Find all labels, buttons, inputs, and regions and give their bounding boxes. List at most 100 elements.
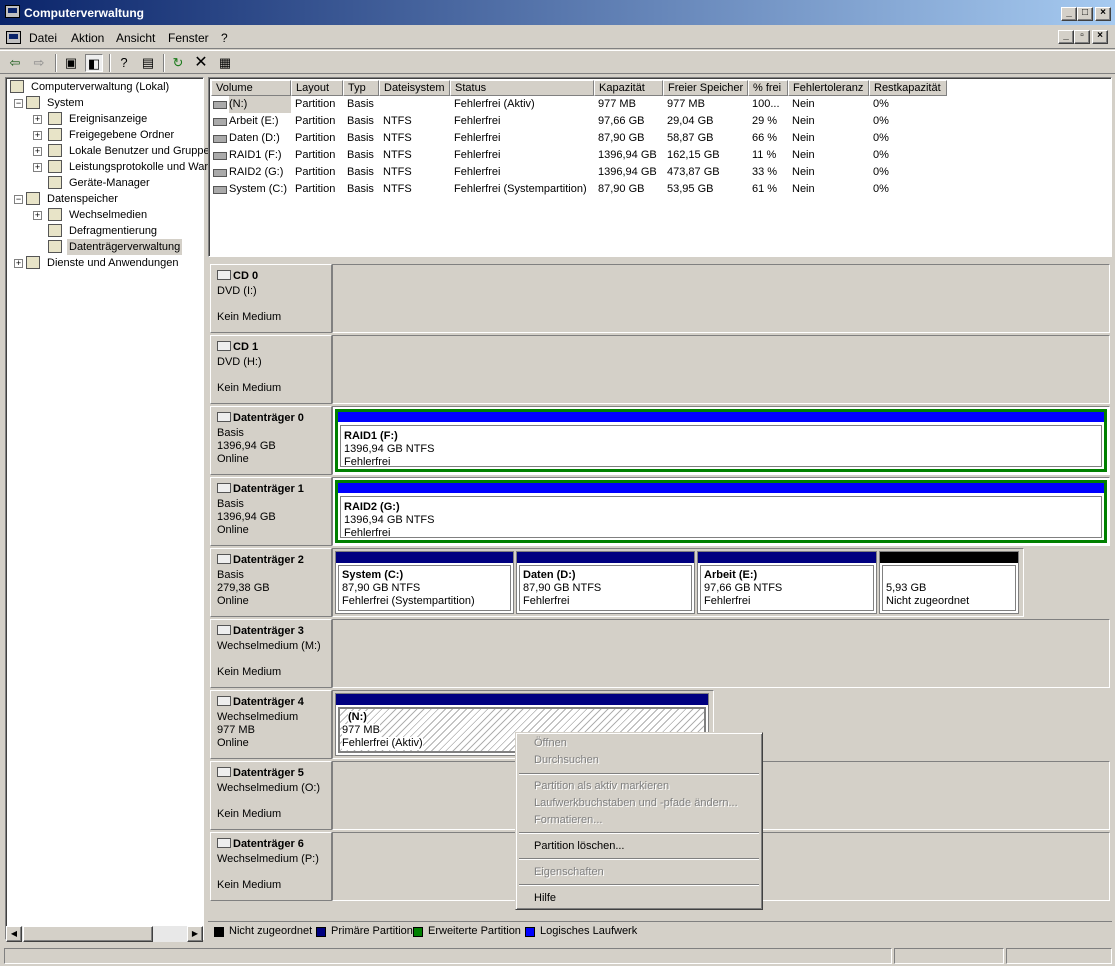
tree-item-5[interactable]: + Leistungsprotokolle und War: [6, 159, 208, 175]
column-header-0[interactable]: Volume: [211, 80, 291, 96]
disk-status: Kein Medium: [217, 666, 282, 678]
disk-name: Datenträger 0: [233, 412, 304, 424]
context-menu-item-1[interactable]: Durchsuchen: [534, 754, 599, 766]
document-icon[interactable]: [6, 31, 21, 44]
disk-label[interactable]: Datenträger 5 Wechselmedium (O:) Kein Medi…: [210, 761, 332, 830]
menu-datei[interactable]: Datei: [29, 31, 57, 45]
menu-fenster[interactable]: Fenster: [168, 31, 209, 45]
child-close-button[interactable]: ×: [1092, 30, 1108, 44]
partition[interactable]: RAID2 (G:) 1396,94 GB NTFS Fehlerfrei: [335, 480, 1107, 543]
context-menu-item-5[interactable]: Partition löschen...: [534, 840, 625, 852]
shared-folder-icon: [48, 128, 62, 141]
disk-label[interactable]: Datenträger 3 Wechselmedium (M:) Kein Medi…: [210, 619, 332, 688]
show-hide-tree-icon[interactable]: ◧: [85, 54, 103, 72]
column-header-2[interactable]: Typ: [343, 80, 379, 96]
column-header-5[interactable]: Kapazität: [594, 80, 663, 96]
tree-item-4[interactable]: + Lokale Benutzer und Gruppe: [6, 143, 210, 159]
child-minimize-button[interactable]: _: [1058, 30, 1074, 44]
partition[interactable]: Arbeit (E:) 97,66 GB NTFS Fehlerfrei: [697, 551, 877, 614]
tree-item-1[interactable]: − System: [6, 95, 202, 111]
forward-arrow-icon[interactable]: ⇨: [30, 54, 48, 72]
tree-item-7[interactable]: − Datenspeicher: [6, 191, 202, 207]
unallocated-space[interactable]: 5,93 GB Nicht zugeordnet: [879, 551, 1019, 614]
column-header-7[interactable]: % frei: [748, 80, 788, 96]
disk-label[interactable]: Datenträger 2 Basis 279,38 GB Online: [210, 548, 332, 617]
table-cell: Partition: [295, 149, 336, 161]
column-header-9[interactable]: Restkapazität: [869, 80, 947, 96]
delete-icon[interactable]: ✕: [192, 54, 210, 72]
table-row[interactable]: System (C:) Partition Basis NTFS Fehlerfrei …: [209, 181, 1109, 198]
tree-item-10[interactable]: Datenträgerverwaltung: [6, 239, 202, 255]
column-header-8[interactable]: Fehlertoleranz: [788, 80, 869, 96]
expand-toggle-icon[interactable]: −: [14, 99, 23, 108]
partition-name: (N:): [348, 711, 367, 723]
table-row[interactable]: Arbeit (E:) Partition Basis NTFS Fehlerfrei 9…: [209, 113, 1109, 130]
tree-horizontal-scrollbar[interactable]: ◀ ▶: [6, 926, 203, 942]
close-button[interactable]: ×: [1095, 7, 1111, 21]
column-header-4[interactable]: Status: [450, 80, 594, 96]
legend: Nicht zugeordnet Primäre Partition Erweite…: [208, 921, 1112, 941]
table-row[interactable]: RAID2 (G:) Partition Basis NTFS Fehlerfrei 13…: [209, 164, 1109, 181]
tree-item-6[interactable]: Geräte-Manager: [6, 175, 202, 191]
disk-region[interactable]: RAID1 (F:) 1396,94 GB NTFS Fehlerfrei: [332, 406, 1110, 475]
maximize-button[interactable]: □: [1077, 7, 1093, 21]
expand-toggle-icon[interactable]: −: [14, 195, 23, 204]
tree-item-label: Defragmentierung: [69, 225, 158, 237]
menu-help[interactable]: ?: [221, 31, 228, 45]
tree-item-2[interactable]: + Ereignisanzeige: [6, 111, 202, 127]
scroll-right-button[interactable]: ▶: [187, 926, 203, 942]
context-menu-item-3[interactable]: Laufwerkbuchstaben und -pfade ändern...: [534, 797, 738, 809]
scroll-left-button[interactable]: ◀: [6, 926, 22, 942]
context-menu-item-7[interactable]: Hilfe: [534, 892, 556, 904]
menu-separator: [519, 858, 759, 860]
context-menu-item-6[interactable]: Eigenschaften: [534, 866, 604, 878]
partition[interactable]: System (C:) 87,90 GB NTFS Fehlerfrei (Syst…: [335, 551, 514, 614]
toolbar-separator: [55, 54, 57, 72]
table-cell: NTFS: [383, 115, 412, 127]
partition[interactable]: Daten (D:) 87,90 GB NTFS Fehlerfrei: [516, 551, 695, 614]
table-row[interactable]: (N:) Partition Basis Fehlerfrei (Aktiv) 977 …: [209, 96, 1109, 113]
tree-item-3[interactable]: + Freigegebene Ordner: [6, 127, 202, 143]
expand-toggle-icon[interactable]: +: [33, 163, 42, 172]
column-header-6[interactable]: Freier Speicher: [663, 80, 748, 96]
refresh-icon[interactable]: ↻: [169, 54, 187, 72]
menu-aktion[interactable]: Aktion: [71, 31, 104, 45]
partition-inner-frame: [340, 496, 1102, 538]
tree-item-8[interactable]: + Wechselmedien: [6, 207, 202, 223]
column-header-3[interactable]: Dateisystem: [379, 80, 450, 96]
partition[interactable]: RAID1 (F:) 1396,94 GB NTFS Fehlerfrei: [335, 409, 1107, 472]
tree-item-0[interactable]: Computerverwaltung (Lokal): [6, 79, 202, 95]
expand-toggle-icon[interactable]: +: [33, 147, 42, 156]
back-arrow-icon[interactable]: ⇦: [6, 54, 24, 72]
expand-toggle-icon[interactable]: +: [33, 211, 42, 220]
disk-label[interactable]: Datenträger 4 Wechselmedium 977 MB Online: [210, 690, 332, 759]
disk-label[interactable]: Datenträger 0 Basis 1396,94 GB Online: [210, 406, 332, 475]
partition-status: Fehlerfrei: [344, 527, 391, 539]
properties-icon[interactable]: ▤: [139, 54, 157, 72]
table-row[interactable]: RAID1 (F:) Partition Basis NTFS Fehlerfrei 13…: [209, 147, 1109, 164]
disk-region[interactable]: System (C:) 87,90 GB NTFS Fehlerfrei (Syst…: [332, 548, 1024, 617]
context-menu-item-0[interactable]: Öffnen: [534, 737, 567, 749]
tree-item-11[interactable]: + Dienste und Anwendungen: [6, 255, 202, 271]
disk-label[interactable]: Datenträger 6 Wechselmedium (P:) Kein Medi…: [210, 832, 332, 901]
expand-toggle-icon[interactable]: +: [33, 115, 42, 124]
disk-properties-icon[interactable]: ▦: [216, 54, 234, 72]
disk-label[interactable]: CD 0 DVD (I:) Kein Medium: [210, 264, 332, 333]
minimize-button[interactable]: _: [1061, 7, 1077, 21]
context-menu-item-4[interactable]: Formatieren...: [534, 814, 602, 826]
title-bar[interactable]: Computerverwaltung _ □ ×: [0, 0, 1115, 27]
scroll-thumb[interactable]: [23, 926, 153, 942]
tree-item-9[interactable]: Defragmentierung: [6, 223, 202, 239]
child-restore-button[interactable]: ▫: [1074, 30, 1090, 44]
column-header-1[interactable]: Layout: [291, 80, 343, 96]
menu-ansicht[interactable]: Ansicht: [116, 31, 155, 45]
table-row[interactable]: Daten (D:) Partition Basis NTFS Fehlerfrei 87…: [209, 130, 1109, 147]
disk-label[interactable]: Datenträger 1 Basis 1396,94 GB Online: [210, 477, 332, 546]
disk-region[interactable]: RAID2 (G:) 1396,94 GB NTFS Fehlerfrei: [332, 477, 1110, 546]
help-icon[interactable]: ?: [115, 54, 133, 72]
disk-label[interactable]: CD 1 DVD (H:) Kein Medium: [210, 335, 332, 404]
up-folder-icon[interactable]: ▣: [62, 54, 80, 72]
expand-toggle-icon[interactable]: +: [14, 259, 23, 268]
expand-toggle-icon[interactable]: +: [33, 131, 42, 140]
context-menu-item-2[interactable]: Partition als aktiv markieren: [534, 780, 669, 792]
